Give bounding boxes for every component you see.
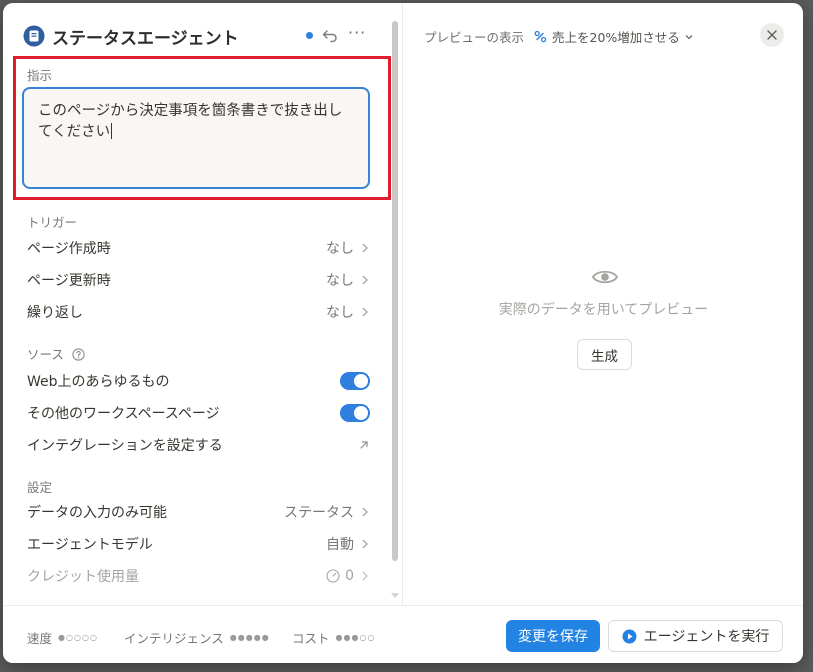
setting-label: データの入力のみ可能 [27,505,167,521]
trigger-value: なし [326,305,354,321]
more-options-icon[interactable]: ··· [348,23,366,42]
cost-dots: ●●●○○ [335,633,376,642]
setting-agent-model[interactable]: エージェントモデル 自動 [27,532,370,556]
preview-empty-message: 実際のデータを用いてプレビュー [498,302,709,318]
chevron-right-icon [362,275,368,285]
save-changes-button[interactable]: 変更を保存 [506,620,600,652]
setting-data-input[interactable]: データの入力のみ可能 ステータス [27,500,370,524]
agent-title[interactable]: ステータスエージェント [52,24,239,49]
instructions-text: このページから決定事項を箇条書きで抜き出してください [38,103,343,140]
cost-label: コスト [292,631,330,646]
text-caret [111,123,113,139]
agent-modal: ステータスエージェント ··· 指示 このページから決定事項を箇条書きで抜き出し… [3,3,803,663]
source-web-toggle[interactable] [340,372,370,390]
intelligence-metric: インテリジェンス ●●●●● [124,628,270,647]
trigger-value: なし [326,273,354,289]
preview-toolbar: プレビューの表示 売上を20%増加させる [424,27,694,46]
chevron-right-icon [362,507,368,517]
chevron-right-icon [362,571,368,581]
source-workspace-pages: その他のワークスペースページ [27,401,370,425]
trigger-recurring[interactable]: 繰り返し なし [27,300,370,324]
integration-setup-link[interactable]: インテグレーションを設定する [27,433,370,457]
setting-value: ステータス [284,505,354,521]
close-button[interactable] [760,23,784,47]
source-label: その他のワークスペースページ [27,406,220,422]
preview-selector-text: 売上を20%増加させる [552,30,680,45]
trigger-value: なし [326,241,354,257]
trigger-page-created[interactable]: ページ作成時 なし [27,236,370,260]
trigger-page-updated[interactable]: ページ更新時 なし [27,268,370,292]
run-agent-label: エージェントを実行 [643,629,770,645]
setting-value: 0 [345,568,354,584]
trigger-label: ページ更新時 [27,273,111,289]
source-workspace-toggle[interactable] [340,404,370,422]
chevron-right-icon [362,307,368,317]
preview-label: プレビューの表示 [424,30,525,45]
intelligence-dots: ●●●●● [229,633,270,642]
trigger-label: ページ作成時 [27,241,111,257]
agent-header: ステータスエージェント ··· [23,23,373,49]
sources-label-text: ソース [27,347,64,362]
source-web: Web上のあらゆるもの [27,369,370,393]
chevron-right-icon [362,539,368,549]
instructions-label: 指示 [27,68,53,83]
settings-scrollbar[interactable] [392,21,398,561]
trigger-label: 繰り返し [27,305,83,321]
agent-settings-panel: ステータスエージェント ··· 指示 このページから決定事項を箇条書きで抜き出し… [3,3,403,605]
unsaved-indicator-icon [306,32,313,39]
sources-label: ソース [27,344,85,363]
setting-label: クレジット使用量 [27,569,139,585]
preview-panel: プレビューの表示 売上を20%増加させる 実際のデータを用いてプレビュー 生成 [404,3,803,605]
source-label: Web上のあらゆるもの [27,374,170,390]
run-agent-button[interactable]: エージェントを実行 [608,620,783,652]
undo-icon[interactable] [321,26,339,44]
triggers-label: トリガー [27,215,78,230]
help-icon[interactable] [72,348,85,361]
external-arrow-icon [360,441,368,449]
instructions-input[interactable]: このページから決定事項を箇条書きで抜き出してください [22,87,370,189]
gauge-icon [326,569,340,583]
speed-label: 速度 [27,631,53,646]
setting-label: エージェントモデル [27,537,153,553]
settings-label: 設定 [27,480,53,495]
preview-page-selector[interactable]: 売上を20%増加させる [534,27,694,46]
close-icon [767,30,777,40]
setting-credit-usage[interactable]: クレジット使用量 0 [27,564,370,588]
agent-avatar-icon [23,25,45,47]
speed-dots: ●○○○○ [58,633,98,642]
chevron-right-icon [362,243,368,253]
intelligence-label: インテリジェンス [124,631,224,646]
play-icon [622,629,637,643]
speed-metric: 速度 ●○○○○ [27,628,98,647]
cost-metric: コスト ●●●○○ [292,628,375,647]
page-link-icon [534,30,547,43]
modal-footer: 速度 ●○○○○ インテリジェンス ●●●●● コスト ●●●○○ 変更を保存 … [3,605,803,663]
eye-icon [591,270,619,284]
integration-label: インテグレーションを設定する [27,438,223,454]
chevron-down-icon [685,34,693,39]
generate-button[interactable]: 生成 [577,339,632,370]
setting-value: 自動 [326,537,354,553]
scroll-down-arrow-icon[interactable] [391,593,399,598]
